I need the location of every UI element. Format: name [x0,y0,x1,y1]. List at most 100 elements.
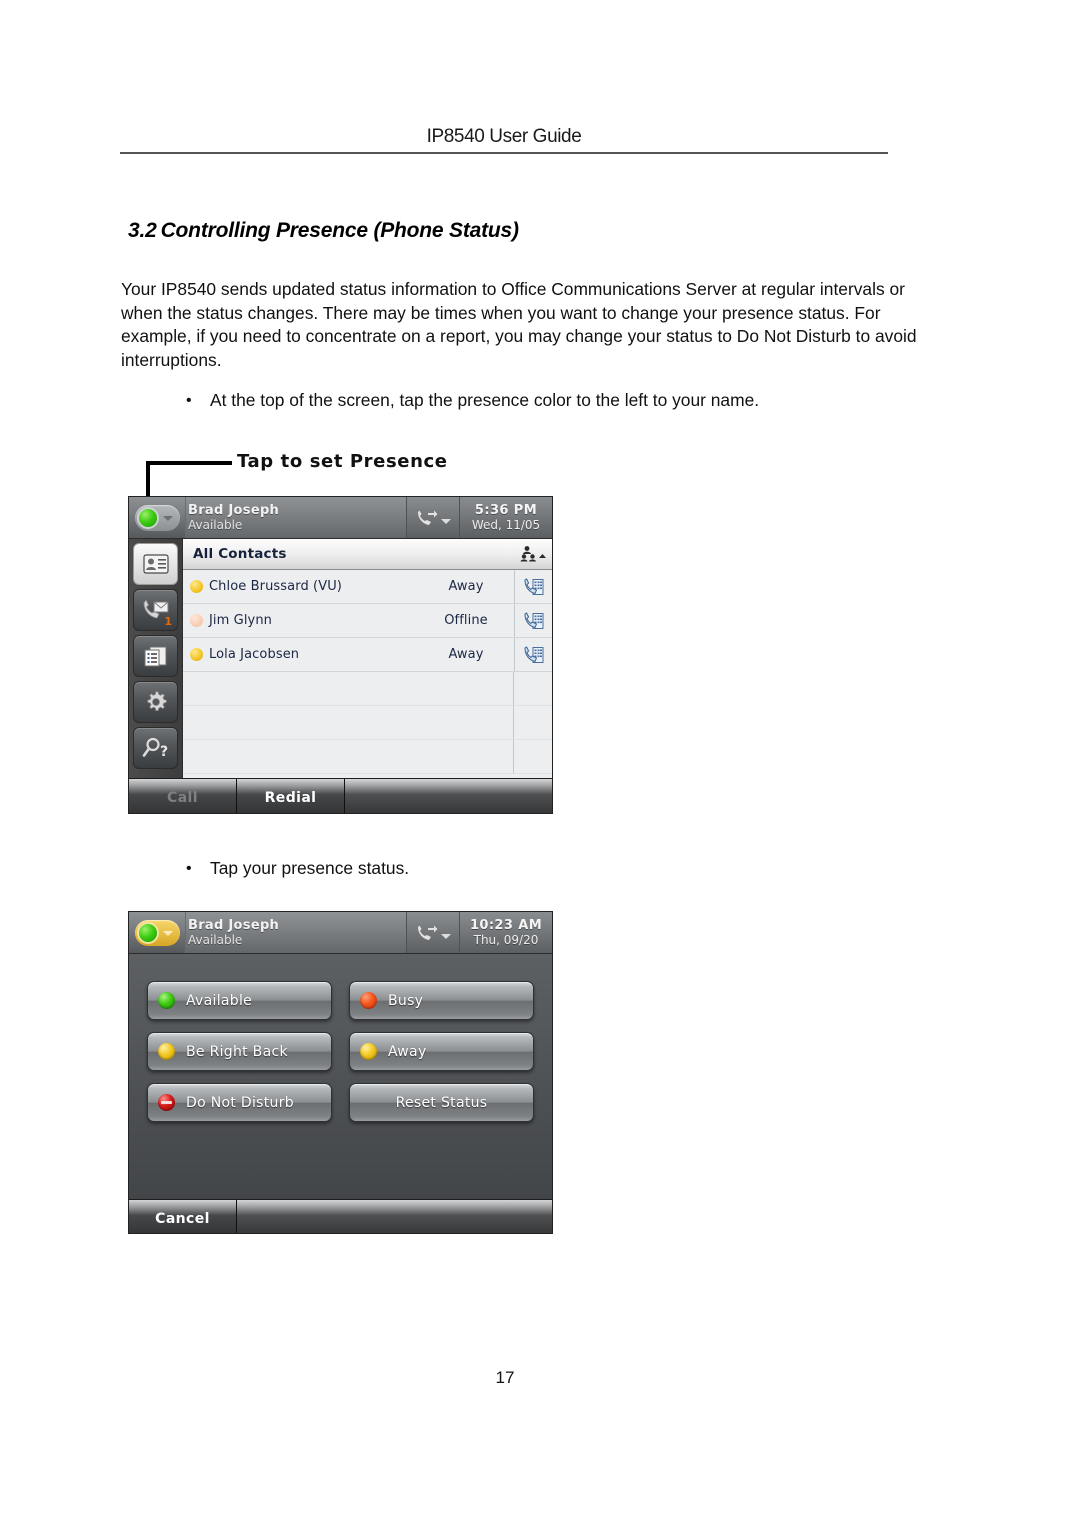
presence-button[interactable] [129,912,185,953]
phone2-status-bar: Brad Joseph Available 10:23 AM Thu, 09/2… [129,912,552,954]
sidebar-item-settings[interactable] [133,681,178,723]
presence-orb-available-icon [136,921,159,944]
list-item[interactable] [183,740,552,774]
presence-away-icon [360,1043,377,1060]
table-row[interactable]: Jim Glynn Offline [183,604,552,638]
contacts-list-header[interactable]: All Contacts [183,539,552,570]
presence-orb-available-icon [136,506,159,529]
user-name: Brad Joseph [188,503,280,518]
call-forward-button[interactable] [406,497,459,538]
contact-name: Jim Glynn [209,613,272,628]
contact-group-icon[interactable] [520,545,546,563]
clock-block: 10:23 AM Thu, 09/20 [459,912,552,953]
contacts-list-pane: All Contacts Chloe Brussard (VU) Away Ji… [182,539,552,778]
document-page: IP8540 User Guide 3.2 Controlling Presenc… [0,0,1080,1528]
sidebar-item-contacts[interactable] [133,543,178,585]
presence-option-label: Do Not Disturb [186,1094,294,1111]
presence-option-away[interactable]: Away [349,1032,534,1071]
chevron-down-icon [440,518,451,524]
user-identity-block[interactable]: Brad Joseph Available [185,912,406,953]
presence-do-not-disturb-icon [158,1094,175,1111]
svg-text:?: ? [160,744,168,760]
settings-gear-icon [146,691,167,711]
voicemail-badge-count: 1 [164,615,172,628]
contact-status: Away [448,647,484,662]
presence-option-reset-status[interactable]: Reset Status [349,1083,534,1122]
list-item[interactable] [183,706,552,740]
chevron-down-icon [440,933,451,939]
presence-pill-selected[interactable] [134,919,180,946]
user-identity-block[interactable]: Brad Joseph Available [185,497,406,538]
call-contact-button[interactable] [514,638,552,671]
presence-option-be-right-back[interactable]: Be Right Back [147,1032,332,1071]
phone1-sidebar-rail: 1 ? [129,539,182,778]
presence-button[interactable] [129,497,185,538]
sidebar-item-voicemail[interactable]: 1 [133,589,178,631]
bullet-marker-icon: • [186,860,192,877]
presence-option-label: Away [388,1043,427,1060]
call-log-icon [144,646,166,667]
page-number: 17 [495,1368,515,1387]
presence-be-right-back-icon [158,1043,175,1060]
sidebar-item-call-log[interactable] [133,635,178,677]
clock-date: Wed, 11/05 [471,518,541,532]
presence-option-label: Busy [388,992,424,1009]
clock-block: 5:36 PM Wed, 11/05 [459,497,552,538]
call-forward-icon [417,925,437,940]
running-header: IP8540 User Guide [120,126,888,148]
presence-option-busy[interactable]: Busy [349,981,534,1020]
presence-dot-cell [183,580,209,593]
chevron-down-icon [162,515,173,521]
phone2-softkey-bar: Cancel [129,1199,552,1233]
presence-option-available[interactable]: Available [147,981,332,1020]
table-row[interactable]: Lola Jacobsen Away [183,638,552,672]
softkey-call[interactable]: Call [129,779,237,813]
call-contact-button[interactable] [514,570,552,603]
clock-time: 10:23 AM [469,918,543,933]
presence-away-icon [189,648,203,661]
presence-option-label: Be Right Back [186,1043,288,1060]
page-title: 3.2 Controlling Presence (Phone Status) [128,219,519,243]
contacts-icon [142,554,169,574]
softkey-empty-area [345,779,552,813]
user-name: Brad Joseph [188,918,280,933]
clock-date: Thu, 09/20 [473,933,539,947]
presence-pill[interactable] [134,504,180,531]
row-action-cell [513,706,552,739]
section-title: Controlling Presence (Phone Status) [160,219,519,242]
presence-offline-icon [189,614,203,627]
presence-option-do-not-disturb[interactable]: Do Not Disturb [147,1083,332,1122]
presence-dot-cell [183,614,209,627]
contact-name: Chloe Brussard (VU) [209,579,342,594]
softkey-redial[interactable]: Redial [237,779,345,813]
softkey-cancel[interactable]: Cancel [129,1200,237,1233]
presence-busy-icon [360,992,377,1009]
bullet-marker-icon: • [186,392,192,409]
instruction-bullet-2: • Tap your presence status. [186,857,409,880]
callout-label: Tap to set Presence [237,451,448,472]
call-forward-icon [417,510,437,525]
list-item[interactable] [183,672,552,706]
call-contact-button[interactable] [514,604,552,637]
presence-dot-cell [183,648,209,661]
sidebar-item-search-help[interactable]: ? [133,727,178,769]
contacts-list-title: All Contacts [193,546,287,562]
contact-status: Offline [444,613,488,628]
running-header-title: IP8540 User Guide [426,126,582,147]
phone-screenshot-presence-menu: Brad Joseph Available 10:23 AM Thu, 09/2… [128,911,553,1234]
table-row[interactable]: Chloe Brussard (VU) Away [183,570,552,604]
phone1-status-bar: Brad Joseph Available 5:36 PM Wed, 11/05 [129,497,552,539]
phone1-main-area: 1 ? All Contacts Chloe Brussard (VU) Awa… [129,539,552,778]
call-forward-button[interactable] [406,912,459,953]
call-contact-icon [523,577,543,595]
phone-screenshot-contacts: Brad Joseph Available 5:36 PM Wed, 11/05 [128,496,553,814]
chevron-down-icon [162,930,173,936]
instruction-text-1: At the top of the screen, tap the presen… [210,390,760,410]
contact-name: Lola Jacobsen [209,647,300,662]
header-divider [120,152,888,154]
contact-status: Away [448,579,484,594]
phone1-softkey-bar: Call Redial [129,778,552,813]
presence-option-label: Reset Status [395,1094,488,1111]
contacts-empty-rows [183,672,552,778]
instruction-bullet-1: • At the top of the screen, tap the pres… [186,389,759,412]
